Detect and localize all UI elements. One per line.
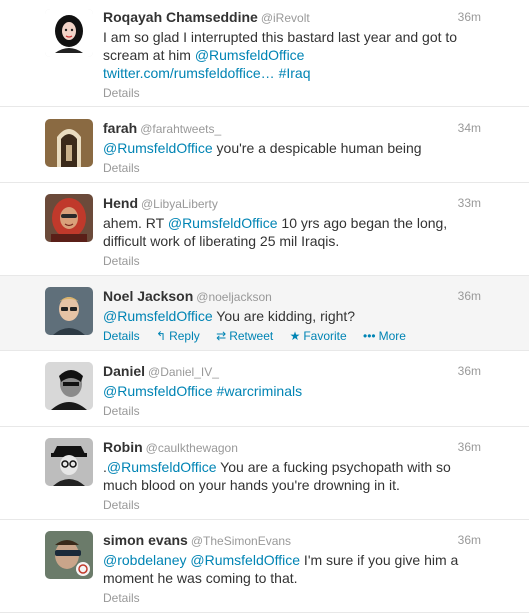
reply-button[interactable]: ↰ Reply: [156, 329, 200, 343]
timestamp[interactable]: 36m: [458, 438, 481, 456]
tweet[interactable]: Noel Jackson @noeljackson 36m @RumsfeldOf…: [0, 276, 529, 351]
avatar[interactable]: [45, 9, 93, 57]
details-link[interactable]: Details: [103, 404, 140, 418]
username[interactable]: @noeljackson: [196, 290, 272, 304]
tweet-text: @RumsfeldOffice #warcriminals: [103, 382, 481, 400]
mention-link[interactable]: @RumsfeldOffice: [107, 459, 217, 475]
timestamp[interactable]: 34m: [458, 119, 481, 137]
details-link[interactable]: Details: [103, 86, 140, 100]
timestamp[interactable]: 33m: [458, 194, 481, 212]
mention-link[interactable]: @RumsfeldOffice: [103, 308, 213, 324]
avatar[interactable]: [45, 194, 93, 242]
fullname[interactable]: simon evans: [103, 532, 188, 548]
username[interactable]: @caulkthewagon: [146, 441, 238, 455]
favorite-button[interactable]: ★ Favorite: [290, 329, 347, 343]
tweet[interactable]: Roqayah Chamseddine @iRevolt 36m I am so …: [0, 0, 529, 107]
details-link[interactable]: Details: [103, 498, 140, 512]
username[interactable]: @TheSimonEvans: [191, 534, 291, 548]
favorite-icon: ★: [289, 329, 301, 343]
mention-link[interactable]: @RumsfeldOffice: [195, 47, 305, 63]
more-button[interactable]: ••• More: [363, 329, 406, 343]
username[interactable]: @iRevolt: [261, 11, 310, 25]
tweet-text: @RumsfeldOffice You are kidding, right?: [103, 308, 356, 324]
username[interactable]: @farahtweets_: [140, 122, 221, 136]
details-link[interactable]: Details: [103, 161, 140, 175]
timestamp[interactable]: 36m: [458, 531, 481, 549]
hashtag-link[interactable]: #Iraq: [275, 65, 311, 81]
tweet-text: @robdelaney @RumsfeldOffice I'm sure if …: [103, 552, 459, 586]
tweet[interactable]: farah @farahtweets_ 34m @RumsfeldOffice y…: [0, 107, 529, 183]
avatar[interactable]: [45, 287, 93, 335]
fullname[interactable]: Roqayah Chamseddine: [103, 9, 258, 25]
avatar[interactable]: [45, 438, 93, 486]
fullname[interactable]: Robin: [103, 439, 143, 455]
fullname[interactable]: Hend: [103, 195, 138, 211]
tweet[interactable]: Robin @caulkthewagon 36m .@RumsfeldOffice…: [0, 427, 529, 520]
fullname[interactable]: Noel Jackson: [103, 288, 193, 304]
mention-link[interactable]: @RumsfeldOffice: [103, 383, 213, 399]
reply-icon: ↰: [156, 329, 167, 343]
tweet[interactable]: simon evans @TheSimonEvans 36m @robdelane…: [0, 520, 529, 613]
fullname[interactable]: Daniel: [103, 363, 145, 379]
tweet-actions: Details ↰ Reply ⇄ Retweet ★ Favorite ••• Mor…: [103, 328, 481, 344]
timestamp[interactable]: 36m: [458, 362, 481, 380]
username[interactable]: @LibyaLiberty: [141, 197, 218, 211]
mention-link[interactable]: @RumsfeldOffice: [168, 215, 278, 231]
tweet[interactable]: Hend @LibyaLiberty 33m ahem. RT @Rumsfeld…: [0, 183, 529, 276]
details-link[interactable]: Details: [103, 329, 140, 343]
details-link[interactable]: Details: [103, 254, 140, 268]
tweet[interactable]: Daniel @Daniel_IV_ 36m @RumsfeldOffice #w…: [0, 351, 529, 427]
mention-link[interactable]: @RumsfeldOffice: [103, 140, 213, 156]
retweet-icon: ⇄: [216, 329, 227, 343]
url-link[interactable]: twitter.com/rumsfeldoffice…: [103, 65, 275, 81]
tweet-stream: Roqayah Chamseddine @iRevolt 36m I am so …: [0, 0, 529, 613]
tweet-text: @RumsfeldOffice you're a despicable huma…: [103, 140, 422, 156]
details-link[interactable]: Details: [103, 591, 140, 605]
avatar[interactable]: [45, 531, 93, 579]
more-icon: •••: [363, 329, 376, 343]
tweet-text: ahem. RT @RumsfeldOffice 10 yrs ago bega…: [103, 215, 448, 249]
hashtag-link[interactable]: #warcriminals: [217, 383, 303, 399]
mention-link[interactable]: @robdelaney: [103, 552, 187, 568]
avatar[interactable]: [45, 119, 93, 167]
avatar[interactable]: [45, 362, 93, 410]
timestamp[interactable]: 36m: [458, 287, 481, 305]
username[interactable]: @Daniel_IV_: [148, 365, 219, 379]
tweet-text: .@RumsfeldOffice You are a fucking psych…: [103, 459, 451, 493]
timestamp[interactable]: 36m: [458, 8, 481, 26]
retweet-button[interactable]: ⇄ Retweet: [216, 329, 273, 343]
tweet-text: I am so glad I interrupted this bastard …: [103, 29, 458, 81]
mention-link[interactable]: @RumsfeldOffice: [190, 552, 300, 568]
fullname[interactable]: farah: [103, 120, 137, 136]
